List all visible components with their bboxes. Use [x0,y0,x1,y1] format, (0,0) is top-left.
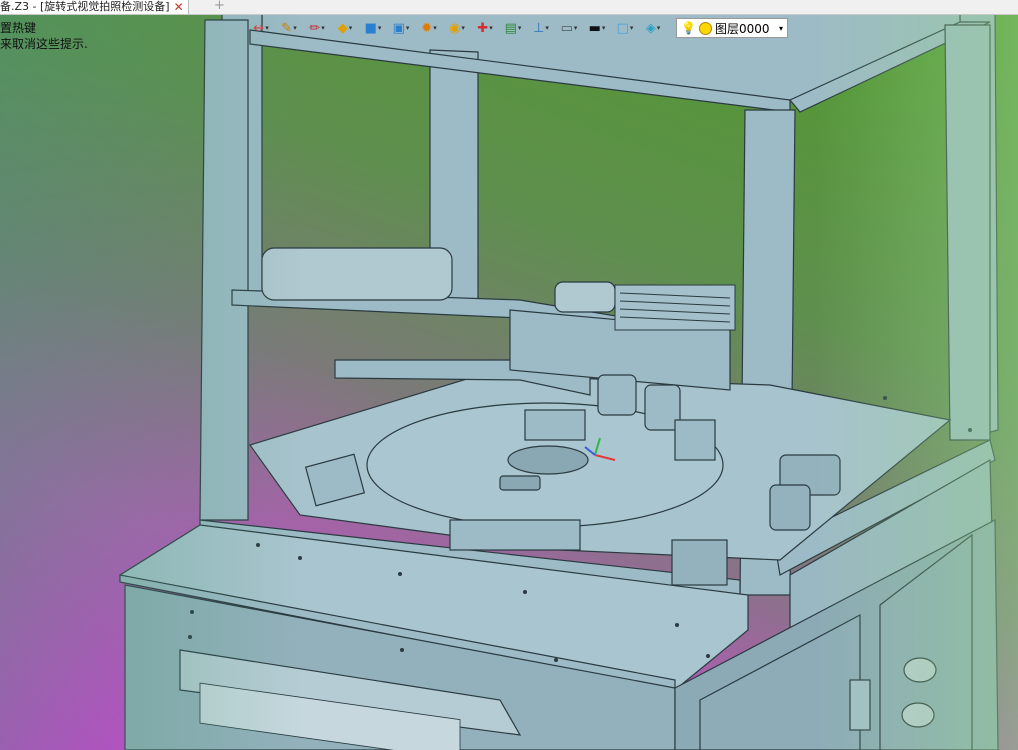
toolbar-button-move[interactable]: ↔ ▾ [248,18,274,38]
close-icon[interactable]: ✕ [174,1,184,13]
chevron-down-icon[interactable]: ▾ [630,24,634,32]
sketch-icon: ✏ [309,20,321,36]
door-hinge [849,679,871,731]
view-toolbar: ↔ ▾ ✎ ▾ ✏ ▾ ◆ ▾ ■ ▾ ▣ ▾ ✹ ▾ ◉ ▾ ✚ ▾ ▤ ▾ ⊥ ▾ ▭ ▾ ▬ ▾ □ ▾ ◈ ▾ 💡 图层0000 … [248,17,788,39]
toolbar-button-solid-cube[interactable]: ■ ▾ [360,18,386,38]
point-icon: ✎ [281,20,293,36]
box-layer-icon: ◆ [337,20,348,36]
monitor-icon: ▭ [560,20,573,36]
table-slot [499,475,541,491]
shape-icon: ▣ [392,20,405,36]
dimension-icon: ⊥ [533,20,545,36]
hint-text: 置热键 来取消这些提示. [0,20,88,52]
image-icon: ▤ [504,20,517,36]
chevron-down-icon[interactable]: ▾ [265,24,269,32]
chevron-down-icon[interactable]: ▾ [293,24,297,32]
chevron-down-icon[interactable]: ▾ [406,24,410,32]
table-hole [507,445,589,475]
new-tab-icon[interactable]: + [214,0,225,13]
sensor-block [674,419,716,461]
chevron-down-icon[interactable]: ▾ [779,24,783,33]
toolbar-tools: ↔ ▾ ✎ ▾ ✏ ▾ ◆ ▾ ■ ▾ ▣ ▾ ✹ ▾ ◉ ▾ ✚ ▾ ▤ ▾ ⊥ ▾ ▭ ▾ ▬ ▾ □ ▾ ◈ ▾ [248,18,666,38]
toolbar-button-point[interactable]: ✎ ▾ [276,18,302,38]
toolbar-button-color-swatch[interactable]: □ ▾ [612,18,638,38]
front-post-left [199,19,249,521]
vent-grill [614,284,736,331]
toolbar-button-render[interactable]: ✹ ▾ [416,18,442,38]
toolbar-button-layer-stack[interactable]: ◈ ▾ [640,18,666,38]
toolbar-button-line-style[interactable]: ▬ ▾ [584,18,610,38]
chevron-down-icon[interactable]: ▾ [433,24,437,32]
view-icon: ◉ [449,20,461,36]
transform-icon: ✚ [477,20,489,36]
bulb-icon[interactable]: 💡 [681,21,696,35]
toolbar-button-transform[interactable]: ✚ ▾ [472,18,498,38]
chevron-down-icon[interactable]: ▾ [518,24,522,32]
render-icon: ✹ [421,20,433,36]
chevron-down-icon[interactable]: ▾ [602,24,606,32]
layer-stack-icon: ◈ [645,20,656,36]
hint-line-1: 置热键 [0,21,37,35]
document-tab[interactable]: 备.Z3 - [旋转式视觉拍照检测设备] ✕ [0,0,189,14]
chevron-down-icon[interactable]: ▾ [321,24,325,32]
solid-cube-icon: ■ [364,20,377,36]
layer-dropdown[interactable]: 💡 图层0000 ▾ [676,18,788,38]
line-style-icon: ▬ [588,20,601,36]
color-swatch-icon: □ [616,20,629,36]
move-icon: ↔ [253,20,265,36]
document-tab-title: 备.Z3 - [旋转式视觉拍照检测设备] [0,0,170,13]
chevron-down-icon[interactable]: ▾ [378,24,382,32]
toolbar-button-monitor[interactable]: ▭ ▾ [556,18,582,38]
machine-frame [119,9,999,750]
toolbar-button-dimension[interactable]: ⊥ ▾ [528,18,554,38]
toolbar-button-shape[interactable]: ▣ ▾ [388,18,414,38]
toolbar-button-image[interactable]: ▤ ▾ [500,18,526,38]
chevron-down-icon[interactable]: ▾ [574,24,578,32]
front-post-far-right [944,24,991,441]
toolbar-button-view[interactable]: ◉ ▾ [444,18,470,38]
door-handle-top [903,657,937,683]
door-handle-bottom [901,702,935,728]
chevron-down-icon[interactable]: ▾ [657,24,661,32]
camera-module-a [597,374,637,416]
toolbar-button-box-layer[interactable]: ◆ ▾ [332,18,358,38]
sub-plate [449,519,581,551]
chevron-down-icon[interactable]: ▾ [545,24,549,32]
chevron-down-icon[interactable]: ▾ [349,24,353,32]
fixture-block [524,409,586,441]
layer-name: 图层0000 [714,21,770,36]
toolbar-button-sketch[interactable]: ✏ ▾ [304,18,330,38]
chevron-down-icon[interactable]: ▾ [489,24,493,32]
hint-line-2: 来取消这些提示. [0,37,88,51]
3d-viewport[interactable] [0,0,1018,750]
machine-model [119,9,999,750]
chevron-down-icon[interactable]: ▾ [461,24,465,32]
document-tab-bar: 备.Z3 - [旋转式视觉拍照检测设备] ✕ + [0,0,1018,15]
layer-color-icon [698,21,712,35]
